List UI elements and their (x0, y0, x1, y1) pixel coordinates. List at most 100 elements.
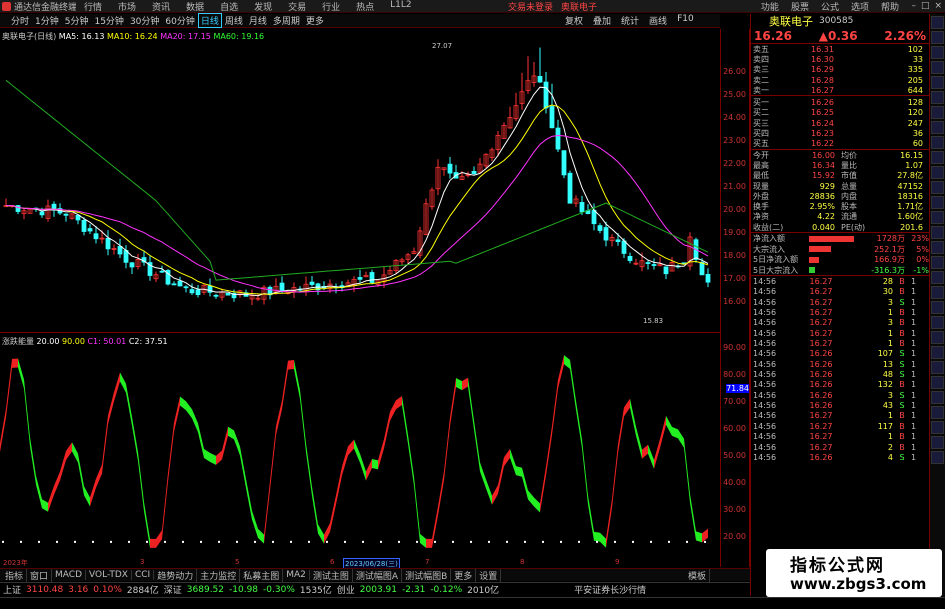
stat-value: 16.34 (812, 160, 835, 170)
menu-item-3[interactable]: 数据 (178, 0, 212, 13)
sidebar-button[interactable] (931, 376, 944, 389)
indicator-tab-4[interactable]: CCI (132, 570, 155, 580)
sidebar-button[interactable] (931, 196, 944, 209)
indicator-tab-3[interactable]: VOL-TDX (86, 570, 132, 580)
sidebar-button[interactable] (931, 151, 944, 164)
menu-item-6[interactable]: 交易 (280, 0, 314, 13)
sidebar-button[interactable] (931, 46, 944, 59)
chart-tool-4[interactable]: F10 (672, 14, 699, 27)
energy-band-segment (450, 378, 456, 427)
sidebar-button[interactable] (931, 241, 944, 254)
menu-item-4[interactable]: 自选 (212, 0, 246, 13)
baseline-dot (596, 540, 598, 543)
kline-chart[interactable]: 奥联电子(日线) MA5: 16.13 MA10: 16.24 MA20: 17… (0, 29, 720, 333)
menu-right-3[interactable]: 选项 (845, 0, 875, 13)
baseline-dot (92, 540, 94, 543)
indicator-tab-13[interactable]: 设置 (476, 568, 502, 582)
chart-tool-1[interactable]: 叠加 (588, 14, 616, 27)
indicator-tab-6[interactable]: 主力监控 (197, 568, 241, 582)
menu-item-2[interactable]: 资讯 (144, 0, 178, 13)
menu-item-1[interactable]: 市场 (110, 0, 144, 13)
energy-band-segment (24, 379, 30, 447)
sidebar-button[interactable] (931, 286, 944, 299)
flow-label: 5日大宗流入 (753, 265, 799, 275)
sidebar-button[interactable] (931, 451, 944, 464)
menu-item-0[interactable]: 行情 (76, 0, 110, 13)
period-tab-7[interactable]: 周线 (222, 14, 246, 27)
indicator-tab-8[interactable]: MA2 (283, 570, 310, 580)
period-tab-0[interactable]: 分时 (8, 14, 32, 27)
sidebar-button[interactable] (931, 226, 944, 239)
maximize-icon[interactable]: □ (921, 1, 930, 11)
sidebar-button[interactable] (931, 121, 944, 134)
period-tab-2[interactable]: 5分钟 (62, 14, 92, 27)
period-tab-9[interactable]: 多周期 (270, 14, 303, 27)
menu-item-9[interactable]: L1L2 (382, 0, 419, 13)
sidebar-button[interactable] (931, 421, 944, 434)
energy-band-segment (174, 396, 180, 432)
tick-price: 16.26 (809, 359, 833, 369)
chart-tool-3[interactable]: 画线 (644, 14, 672, 27)
sidebar-button[interactable] (931, 76, 944, 89)
flow-bar (809, 256, 859, 263)
menu-right-1[interactable]: 股票 (785, 0, 815, 13)
sidebar-button[interactable] (931, 316, 944, 329)
sidebar-button[interactable] (931, 436, 944, 449)
flow-value: -316.3万 (871, 265, 905, 275)
ask-volume: 205 (907, 75, 923, 85)
sidebar-button[interactable] (931, 211, 944, 224)
period-tab-6[interactable]: 日线 (197, 13, 222, 28)
sidebar-button[interactable] (931, 91, 944, 104)
sidebar-button[interactable] (931, 256, 944, 269)
menu-right-0[interactable]: 功能 (755, 0, 785, 13)
sidebar-button[interactable] (931, 166, 944, 179)
indicator-chart[interactable]: 涨跌能量 20.00 90.00 C1: 50.01 C2: 37.51 (0, 334, 720, 567)
period-tab-3[interactable]: 15分钟 (91, 14, 126, 27)
sidebar-button[interactable] (931, 391, 944, 404)
sidebar-button[interactable] (931, 406, 944, 419)
menu-item-7[interactable]: 行业 (314, 0, 348, 13)
indicator-tab-1[interactable]: 窗口 (27, 568, 53, 582)
period-tab-8[interactable]: 月线 (246, 14, 270, 27)
sidebar-button[interactable] (931, 271, 944, 284)
indicator-tab-12[interactable]: 更多 (451, 568, 477, 582)
period-tab-1[interactable]: 1分钟 (32, 14, 62, 27)
bid-price: 16.26 (811, 98, 834, 108)
template-button[interactable]: 模板 (685, 568, 710, 582)
minimize-icon[interactable]: – (911, 1, 916, 11)
title-center-1[interactable]: 奥联电子 (561, 3, 597, 13)
stat-value: 27.8亿 (897, 171, 923, 181)
sidebar-button[interactable] (931, 16, 944, 29)
chart-tool-2[interactable]: 统计 (616, 14, 644, 27)
period-tab-10[interactable]: 更多 (303, 14, 327, 27)
menu-item-8[interactable]: 热点 (348, 0, 382, 13)
title-center-0[interactable]: 交易未登录 (508, 3, 553, 13)
period-tab-4[interactable]: 30分钟 (127, 14, 162, 27)
indicator-tab-5[interactable]: 趋势动力 (154, 568, 198, 582)
close-icon[interactable]: × (934, 1, 942, 11)
indicator-tab-11[interactable]: 测试幅图B (402, 568, 452, 582)
stat-label: 收益(二) (753, 222, 784, 232)
sidebar-button[interactable] (931, 181, 944, 194)
tick-count: 1 (911, 421, 917, 431)
sidebar-button[interactable] (931, 106, 944, 119)
sidebar-button[interactable] (931, 346, 944, 359)
menu-item-5[interactable]: 发现 (246, 0, 280, 13)
sidebar-button[interactable] (931, 301, 944, 314)
indicator-tab-0[interactable]: 指标 (2, 568, 28, 582)
sidebar-button[interactable] (931, 136, 944, 149)
indicator-tab-7[interactable]: 私募主图 (240, 568, 284, 582)
sidebar-button[interactable] (931, 31, 944, 44)
indicator-tab-10[interactable]: 测试幅图A (353, 568, 403, 582)
menu-right-4[interactable]: 帮助 (875, 0, 905, 13)
sidebar-button[interactable] (931, 361, 944, 374)
sidebar-button[interactable] (931, 331, 944, 344)
indicator-tab-9[interactable]: 测试主图 (310, 568, 353, 582)
sidebar-button[interactable] (931, 61, 944, 74)
quote-price-row: 16.26 ▲0.36 2.26% (751, 28, 929, 44)
menu-right-2[interactable]: 公式 (815, 0, 845, 13)
chart-tool-0[interactable]: 复权 (560, 14, 588, 27)
indicator-tab-2[interactable]: MACD (52, 570, 87, 580)
period-tab-5[interactable]: 60分钟 (162, 14, 197, 27)
flow-bar (809, 235, 859, 242)
